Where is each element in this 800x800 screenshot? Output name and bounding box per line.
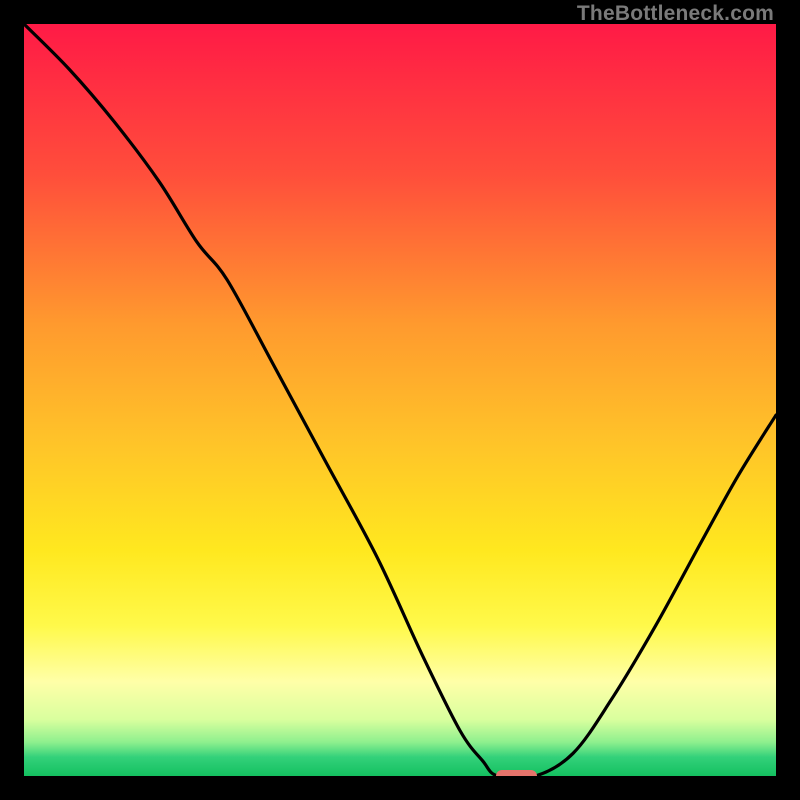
- watermark-text: TheBottleneck.com: [577, 2, 774, 26]
- plot-area: [24, 24, 776, 776]
- chart-frame: TheBottleneck.com: [0, 0, 800, 800]
- optimum-marker: [496, 770, 537, 776]
- bottleneck-curve: [24, 24, 776, 776]
